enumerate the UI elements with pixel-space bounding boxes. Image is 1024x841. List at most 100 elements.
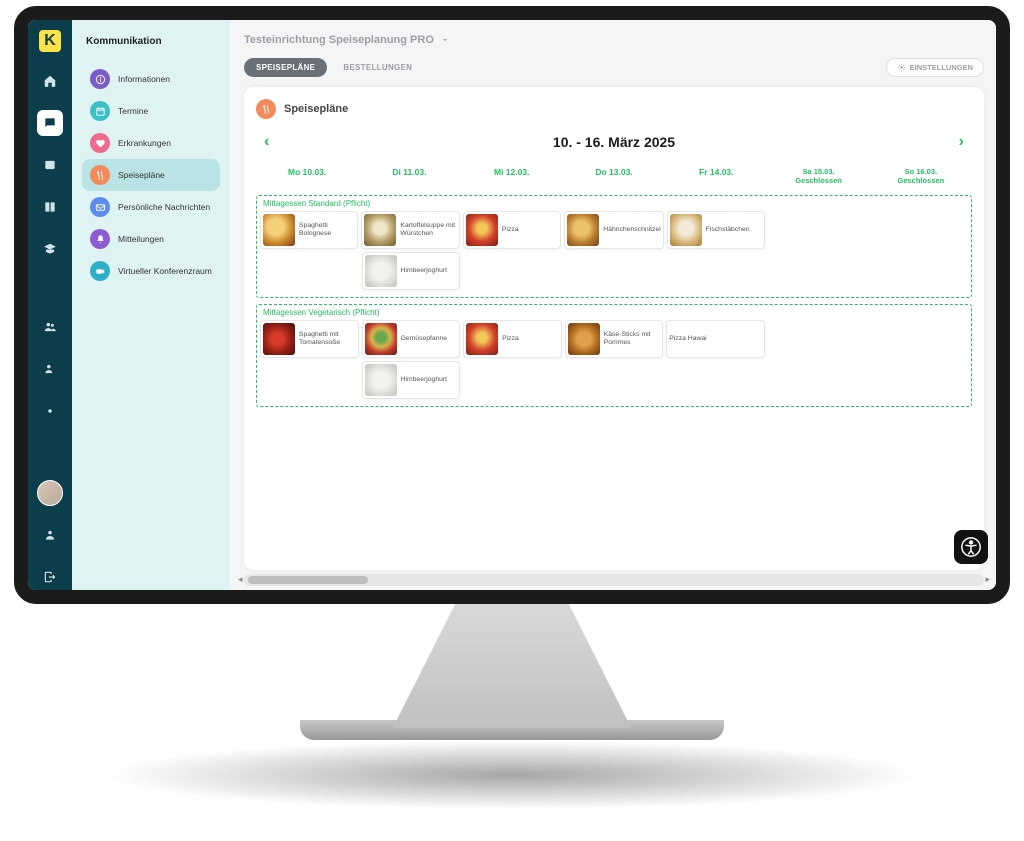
chevron-down-icon bbox=[440, 35, 450, 45]
main-content: Testeinrichtung Speiseplanung PRO SPEISE… bbox=[230, 20, 996, 590]
meal-thumbnail bbox=[466, 214, 498, 246]
meal-label: Pizza Hawai bbox=[669, 335, 706, 343]
app-screen: K Kommunikation Informationen Termine Erkr… bbox=[28, 20, 996, 590]
meal-empty-slot bbox=[768, 211, 866, 249]
sidebar-item-label: Termine bbox=[118, 106, 148, 116]
rail-logout-icon[interactable] bbox=[37, 564, 63, 590]
rail-grad-icon[interactable] bbox=[37, 236, 63, 262]
tabs-row: SPEISEPLÄNEBESTELLUNGEN EINSTELLUNGEN bbox=[244, 58, 984, 77]
info-icon bbox=[90, 69, 110, 89]
breadcrumb[interactable]: Testeinrichtung Speiseplanung PRO bbox=[244, 34, 984, 46]
rail-chat-icon[interactable] bbox=[37, 110, 63, 136]
rail-settings-icon[interactable] bbox=[37, 398, 63, 424]
rail-users-icon[interactable] bbox=[37, 314, 63, 340]
meal-empty-slot bbox=[565, 252, 664, 290]
monitor-shadow bbox=[100, 740, 924, 810]
meal-row: Himbeerjoghurt bbox=[257, 361, 971, 399]
day-header: Mi 12.03. bbox=[461, 163, 563, 189]
monitor-stand bbox=[370, 604, 654, 728]
horizontal-scrollbar[interactable]: ◂ ▸ bbox=[244, 574, 984, 586]
meal-label: Kartoffelsuppe mit Würstchen bbox=[400, 222, 456, 238]
meal-empty-slot bbox=[869, 320, 968, 358]
meal-card[interactable]: Spaghetti mit Tomatensoße bbox=[260, 320, 359, 358]
tab-speisepläne[interactable]: SPEISEPLÄNE bbox=[244, 58, 327, 77]
meal-label: Käse-Sticks mit Pommes bbox=[604, 331, 661, 347]
meal-empty-slot bbox=[666, 252, 765, 290]
meal-group-title: Mittagessen Vegetarisch (Pflicht) bbox=[257, 305, 971, 320]
sidebar-title: Kommunikation bbox=[82, 36, 220, 47]
meal-card[interactable]: Spaghetti Bolognese bbox=[260, 211, 358, 249]
meal-card[interactable]: Gemüsepfanne bbox=[362, 320, 461, 358]
rail-media-icon[interactable] bbox=[37, 152, 63, 178]
rail-profile-icon[interactable] bbox=[37, 522, 63, 548]
meal-thumbnail bbox=[263, 214, 295, 246]
user-avatar[interactable] bbox=[37, 480, 63, 506]
meal-empty-slot bbox=[768, 361, 867, 399]
mail-icon bbox=[90, 197, 110, 217]
meal-label: Pizza bbox=[502, 335, 519, 343]
meal-empty-slot bbox=[565, 361, 664, 399]
app-logo[interactable]: K bbox=[39, 30, 61, 52]
meal-card[interactable]: Pizza Hawai bbox=[666, 320, 765, 358]
day-header: Do 13.03. bbox=[563, 163, 665, 189]
sidebar: Kommunikation Informationen Termine Erkran… bbox=[72, 20, 230, 590]
meal-thumbnail bbox=[568, 323, 600, 355]
meal-card[interactable]: Fischstäbchen bbox=[667, 211, 765, 249]
week-nav: ‹ 10. - 16. März 2025 › bbox=[256, 127, 972, 157]
heart-icon bbox=[90, 133, 110, 153]
meal-group: Mittagessen Standard (Pflicht)Spaghetti … bbox=[256, 195, 972, 298]
scroll-left-arrow[interactable]: ◂ bbox=[238, 574, 243, 585]
sidebar-item-label: Erkrankungen bbox=[118, 138, 171, 148]
meal-label: Gemüsepfanne bbox=[401, 335, 447, 343]
meal-empty-slot bbox=[768, 252, 867, 290]
day-header: So 16.03.Geschlossen bbox=[870, 163, 972, 189]
accessibility-icon bbox=[960, 536, 982, 558]
meal-card[interactable]: Pizza bbox=[463, 211, 561, 249]
rail-home-icon[interactable] bbox=[37, 68, 63, 94]
meal-card[interactable]: Himbeerjoghurt bbox=[362, 252, 461, 290]
video-icon bbox=[90, 261, 110, 281]
sidebar-item-label: Mitteilungen bbox=[118, 234, 164, 244]
sidebar-item-label: Virtueller Konferenzraum bbox=[118, 266, 212, 276]
plan-area: Mittagessen Standard (Pflicht)Spaghetti … bbox=[256, 189, 972, 558]
settings-label: EINSTELLUNGEN bbox=[910, 63, 973, 72]
day-header: Sa 15.03.Geschlossen bbox=[767, 163, 869, 189]
tab-bestellungen[interactable]: BESTELLUNGEN bbox=[331, 58, 424, 77]
scroll-right-arrow[interactable]: ▸ bbox=[985, 574, 990, 585]
sidebar-item-label: Speisepläne bbox=[118, 170, 165, 180]
utensils-icon bbox=[256, 99, 276, 119]
meal-thumbnail bbox=[365, 255, 397, 287]
meal-label: Himbeerjoghurt bbox=[401, 376, 447, 384]
meal-card[interactable]: Käse-Sticks mit Pommes bbox=[565, 320, 664, 358]
meal-card[interactable]: Kartoffelsuppe mit Würstchen bbox=[361, 211, 459, 249]
meal-card[interactable]: Pizza bbox=[463, 320, 562, 358]
sidebar-item-informationen[interactable]: Informationen bbox=[82, 63, 220, 95]
sidebar-item-virtueller-konferenzraum[interactable]: Virtueller Konferenzraum bbox=[82, 255, 220, 287]
meal-label: Spaghetti mit Tomatensoße bbox=[299, 331, 356, 347]
meal-label: Spaghetti Bolognese bbox=[299, 222, 355, 238]
sidebar-item-speisepl-ne[interactable]: Speisepläne bbox=[82, 159, 220, 191]
meal-empty-slot bbox=[463, 361, 562, 399]
meal-empty-slot bbox=[869, 361, 968, 399]
meal-row: Himbeerjoghurt bbox=[257, 252, 971, 290]
sidebar-item-erkrankungen[interactable]: Erkrankungen bbox=[82, 127, 220, 159]
meal-card[interactable]: Himbeerjoghurt bbox=[362, 361, 461, 399]
meal-label: Pizza bbox=[502, 226, 519, 234]
prev-week-button[interactable]: ‹ bbox=[260, 129, 273, 155]
meal-empty-slot bbox=[260, 252, 359, 290]
sidebar-item-pers-nliche-nachrichten[interactable]: Persönliche Nachrichten bbox=[82, 191, 220, 223]
meal-row: Spaghetti mit Tomatensoße Gemüsepfanne Piz… bbox=[257, 320, 971, 358]
sidebar-item-termine[interactable]: Termine bbox=[82, 95, 220, 127]
meal-label: Himbeerjoghurt bbox=[401, 267, 447, 275]
rail-user-add-icon[interactable] bbox=[37, 356, 63, 382]
meal-empty-slot bbox=[260, 361, 359, 399]
sidebar-item-mitteilungen[interactable]: Mitteilungen bbox=[82, 223, 220, 255]
nav-rail: K bbox=[28, 20, 72, 590]
next-week-button[interactable]: › bbox=[955, 129, 968, 155]
rail-book-icon[interactable] bbox=[37, 194, 63, 220]
meal-empty-slot bbox=[869, 252, 968, 290]
accessibility-button[interactable] bbox=[954, 530, 988, 564]
meal-plan-card: Speisepläne ‹ 10. - 16. März 2025 › Mo 1… bbox=[244, 87, 984, 570]
meal-card[interactable]: Hähnchenschnitzel bbox=[564, 211, 663, 249]
settings-button[interactable]: EINSTELLUNGEN bbox=[886, 58, 984, 77]
